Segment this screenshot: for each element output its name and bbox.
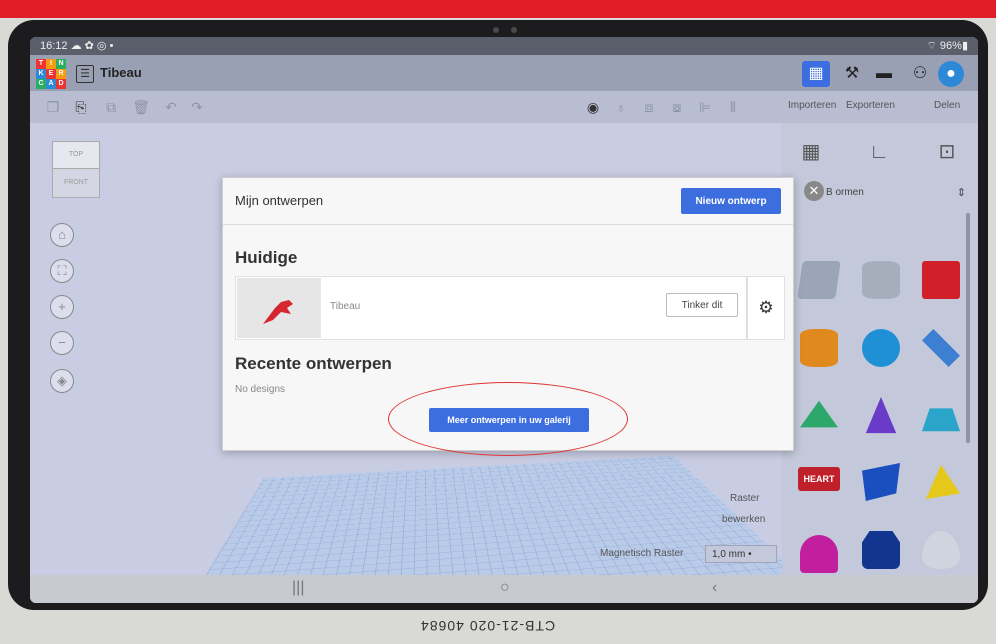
current-design-name[interactable]: Tibeau bbox=[330, 301, 360, 312]
shape-round-roof[interactable] bbox=[922, 408, 960, 432]
ungroup-icon[interactable]: ⧇ bbox=[666, 97, 688, 117]
snap-grid-label: Magnetisch Raster bbox=[600, 548, 684, 559]
delete-icon[interactable]: 🗑 bbox=[130, 97, 152, 117]
view-cube-top[interactable]: TOP bbox=[52, 141, 100, 169]
edit-toolbar: ❐ ⎘ ⧉ 🗑 ↶ ↷ ◉ ♁ ⧈ ⧇ ⊫ ⫴ Importeren Expor… bbox=[30, 91, 978, 123]
settings-gear-icon[interactable]: ⚙ bbox=[747, 276, 785, 340]
tinker-this-button[interactable]: Tinker dit bbox=[666, 293, 738, 317]
shape-half-sphere[interactable] bbox=[800, 535, 838, 573]
shape-pyramid[interactable] bbox=[925, 464, 960, 500]
current-design-card[interactable]: Tibeau Tinker dit bbox=[235, 276, 747, 340]
dialog-header: Mijn ontwerpen Nieuw ontwerp bbox=[223, 178, 793, 225]
view-cube-front[interactable]: FRONT bbox=[52, 168, 100, 198]
undo-icon[interactable]: ↶ bbox=[160, 97, 182, 117]
tinkercad-logo[interactable]: T I N K E R C A D bbox=[36, 59, 66, 89]
shape-polygon[interactable] bbox=[862, 463, 900, 501]
design-thumbnail-shape bbox=[263, 300, 293, 324]
fit-view-icon[interactable]: ⛶ bbox=[50, 259, 74, 283]
shapes-category-label: B ormen bbox=[826, 187, 864, 198]
raster-label[interactable]: Raster bbox=[730, 493, 759, 504]
sensor-dot bbox=[511, 27, 517, 33]
paste-icon[interactable]: ⎘ bbox=[70, 97, 92, 117]
copy-icon[interactable]: ❐ bbox=[42, 97, 64, 117]
android-navigation-bar: ||| ○ ‹ bbox=[30, 575, 978, 603]
shape-text[interactable]: HEART bbox=[798, 467, 840, 491]
import-button[interactable]: Importeren bbox=[788, 100, 836, 111]
shape-scribble[interactable] bbox=[922, 329, 960, 367]
annotation-circle bbox=[388, 382, 628, 456]
duplicate-icon[interactable]: ⧉ bbox=[100, 97, 122, 117]
design-thumbnail[interactable] bbox=[237, 278, 321, 338]
dialog-title: Mijn ontwerpen bbox=[235, 193, 324, 208]
current-heading: Huidige bbox=[235, 248, 298, 267]
shape-cylinder-hole[interactable] bbox=[862, 261, 900, 299]
export-button[interactable]: Exporteren bbox=[846, 100, 895, 111]
shape-cylinder[interactable] bbox=[800, 329, 838, 367]
3d-design-view-icon[interactable]: ▦ bbox=[802, 61, 830, 87]
top-red-band bbox=[0, 0, 996, 18]
new-design-button[interactable]: Nieuw ontwerp bbox=[681, 188, 781, 214]
notes-icon[interactable]: ◉ bbox=[582, 97, 604, 117]
close-dialog-icon[interactable]: ✕ bbox=[804, 181, 824, 201]
ruler-tool-icon[interactable]: ∟ bbox=[864, 137, 894, 167]
invite-user-icon[interactable]: ⚇ bbox=[906, 61, 934, 87]
light-bulb-icon[interactable]: ♁ bbox=[610, 97, 632, 117]
shape-paraboloid[interactable] bbox=[922, 531, 960, 569]
recent-designs-heading: Recente ontwerpen bbox=[235, 354, 392, 373]
camera-dot bbox=[493, 27, 499, 33]
mirror-icon[interactable]: ⫴ bbox=[722, 97, 744, 117]
status-bar: 16:12 ☁ ✿ ◎ • ⌔ 96%▮ bbox=[30, 37, 978, 55]
home-icon[interactable]: ○ bbox=[500, 579, 510, 597]
shape-roof[interactable] bbox=[800, 400, 838, 428]
snap-grid-select[interactable]: 1,0 mm • bbox=[705, 545, 777, 563]
avatar-icon[interactable]: ● bbox=[938, 61, 964, 87]
blocks-view-icon[interactable]: ⚒ bbox=[838, 61, 866, 87]
shape-hexagonal-prism[interactable] bbox=[862, 531, 900, 569]
note-tool-icon[interactable]: ⊡ bbox=[932, 137, 962, 167]
back-icon[interactable]: ‹ bbox=[712, 579, 717, 597]
shape-cone[interactable] bbox=[865, 397, 897, 434]
bricks-view-icon[interactable]: ▬ bbox=[870, 61, 898, 87]
no-designs-text: No designs bbox=[235, 384, 286, 395]
zoom-out-icon[interactable]: − bbox=[50, 331, 74, 355]
battery-indicator: ⌔ 96%▮ bbox=[926, 40, 968, 52]
dropdown-arrow-icon: ⇕ bbox=[956, 187, 966, 199]
home-view-icon[interactable]: ⌂ bbox=[50, 223, 74, 247]
shape-box-hole[interactable] bbox=[797, 261, 841, 299]
zoom-in-icon[interactable]: + bbox=[50, 295, 74, 319]
device-asset-label: CTB-21-020 40684 bbox=[420, 618, 556, 634]
workplane-tool-icon[interactable]: ▦ bbox=[796, 137, 826, 167]
raster-edit-label[interactable]: bewerken bbox=[722, 514, 765, 525]
group-icon[interactable]: ⧈ bbox=[638, 97, 660, 117]
recent-apps-icon[interactable]: ||| bbox=[292, 579, 304, 597]
share-button[interactable]: Delen bbox=[934, 100, 960, 111]
view-cube[interactable]: TOP FRONT bbox=[52, 141, 100, 198]
tablet-screen: 16:12 ☁ ✿ ◎ • ⌔ 96%▮ T I N K E R C A D ☰… bbox=[30, 37, 978, 603]
panel-scrollbar[interactable] bbox=[966, 213, 970, 443]
shape-box[interactable] bbox=[922, 261, 960, 299]
design-menu-icon[interactable]: ☰ bbox=[76, 65, 94, 83]
status-time: 16:12 ☁ ✿ ◎ • bbox=[40, 40, 114, 52]
app-bar: T I N K E R C A D ☰ Tibeau ▦ ⚒ ▬ ⚇ ● bbox=[30, 55, 978, 91]
shape-sphere[interactable] bbox=[862, 329, 900, 367]
shapes-panel: ▦ ∟ ⊡ B ormen ⇕ ✕ HEART bbox=[782, 123, 978, 577]
align-icon[interactable]: ⊫ bbox=[694, 97, 716, 117]
perspective-icon[interactable]: ◈ bbox=[50, 369, 74, 393]
document-title[interactable]: Tibeau bbox=[100, 65, 142, 80]
redo-icon[interactable]: ↷ bbox=[186, 97, 208, 117]
